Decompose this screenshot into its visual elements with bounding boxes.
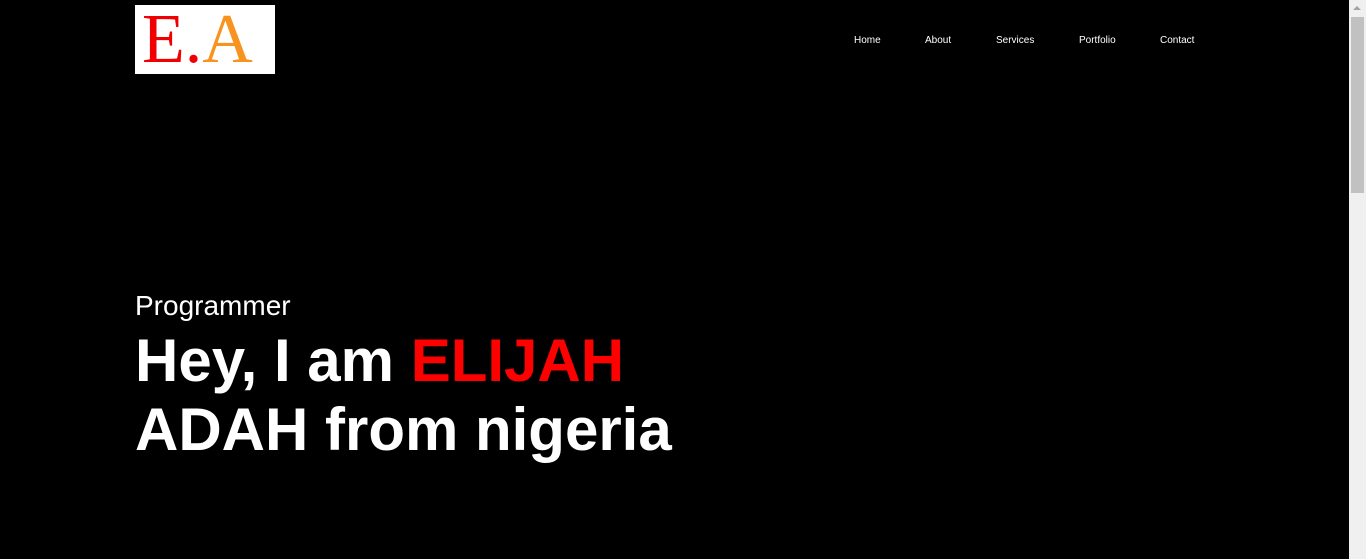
scroll-up-arrow-icon[interactable] (1353, 6, 1361, 10)
vertical-scrollbar[interactable] (1349, 0, 1366, 559)
hero-subtitle: Programmer (135, 290, 291, 321)
hero-name-highlight: ELIJAH (410, 327, 625, 394)
page: E.A Home About Services Portfolio Contac… (0, 0, 1349, 559)
nav-link-home[interactable]: Home (854, 35, 881, 47)
scroll-thumb[interactable] (1351, 17, 1364, 193)
nav-link-contact[interactable]: Contact (1160, 35, 1194, 47)
hero-section: Programmer Hey, I am ELIJAH ADAH from ni… (135, 289, 672, 464)
nav-link-portfolio[interactable]: Portfolio (1079, 35, 1116, 47)
hero-name-rest: ADAH from nigeria (135, 396, 672, 463)
nav-link-services[interactable]: Services (996, 35, 1034, 47)
hero-greeting: Hey, I am (135, 327, 411, 394)
main-nav: Home About Services Portfolio Contact (0, 35, 1349, 47)
hero-headline: Hey, I am ELIJAH ADAH from nigeria (135, 326, 672, 464)
nav-link-about[interactable]: About (925, 35, 951, 47)
